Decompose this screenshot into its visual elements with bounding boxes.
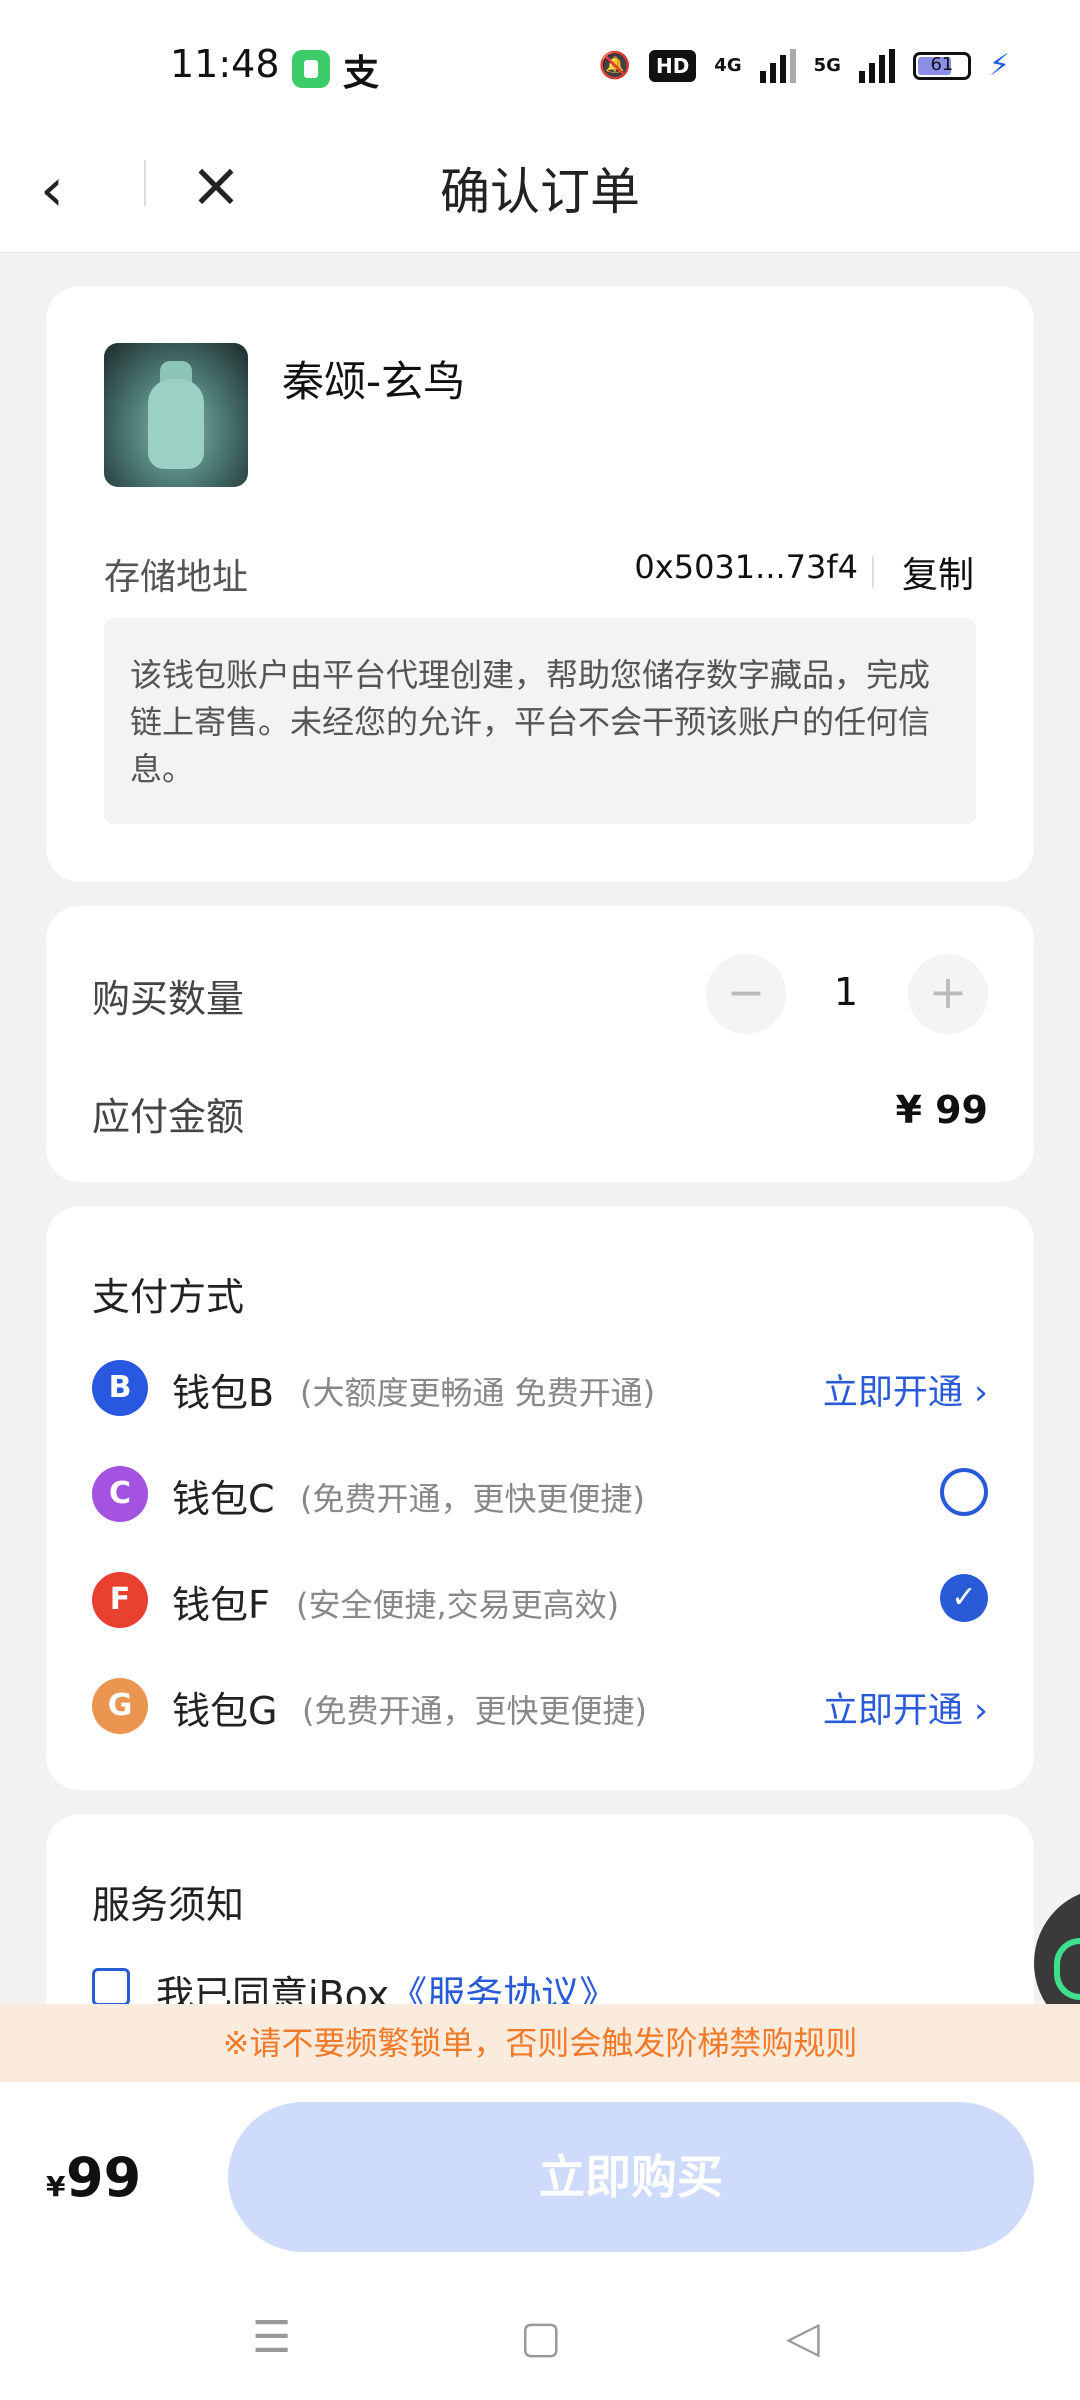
agree-checkbox[interactable]: [92, 1968, 130, 2006]
status-bar: 11:48 支 🔕 HD 4G 5G 61 ⚡: [0, 0, 1080, 130]
status-icons: 🔕 HD 4G 5G 61 ⚡: [599, 48, 1010, 83]
nav-bar: ‹ × 确认订单: [0, 130, 1080, 253]
payment-card: 支付方式 B 钱包B (大额度更畅通 免费开通) 立即开通 › C 钱包C (免…: [46, 1206, 1034, 1790]
quantity-value: 1: [833, 970, 859, 1014]
payment-method-desc: (大额度更畅通 免费开通): [300, 1374, 656, 1412]
buy-now-button[interactable]: 立即购买: [228, 2102, 1034, 2252]
product-name: 秦颂-玄鸟: [282, 357, 466, 406]
battery-icon: 61: [912, 51, 971, 80]
quantity-label: 购买数量: [92, 977, 245, 1021]
address-divider: [872, 556, 874, 588]
wallet-f-icon: F: [92, 1572, 148, 1628]
wallet-notice: 该钱包账户由平台代理创建，帮助您储存数字藏品，完成链上寄售。未经您的允许，平台不…: [104, 618, 976, 824]
payment-method-desc: (免费开通，更快更便捷): [302, 1692, 647, 1730]
back-nav-icon[interactable]: ◁: [786, 2312, 820, 2363]
open-wallet-g-link[interactable]: 立即开通 ›: [823, 1682, 988, 1733]
wallet-c-icon: C: [92, 1466, 148, 1522]
page-title: 确认订单: [440, 163, 640, 221]
product-image: [104, 343, 248, 487]
amount-label: 应付金额: [92, 1095, 245, 1139]
address-value: 0x5031...73f4: [634, 548, 858, 586]
copy-button[interactable]: 复制: [902, 546, 974, 598]
order-card: 购买数量 − 1 + 应付金额 ¥ 99: [46, 906, 1034, 1182]
home-icon[interactable]: ▢: [520, 2312, 562, 2363]
signal-icon: [759, 48, 796, 83]
alipay-notification-icon: 支: [343, 53, 380, 94]
mute-icon: 🔕: [598, 50, 631, 81]
charging-icon: ⚡: [988, 48, 1010, 83]
status-time: 11:48: [170, 42, 280, 86]
payment-method-name: 钱包B: [172, 1371, 275, 1415]
service-title: 服务须知: [92, 1883, 245, 1927]
wallet-g-icon: G: [92, 1678, 148, 1734]
quantity-minus-button[interactable]: −: [706, 954, 786, 1034]
app-notification-icon: [292, 50, 330, 88]
wallet-b-icon: B: [92, 1360, 148, 1416]
payment-method-name: 钱包F: [172, 1583, 270, 1627]
total-price: 99: [66, 2146, 142, 2209]
radio-checked-icon[interactable]: ✓: [940, 1574, 988, 1622]
amount-value: ¥ 99: [895, 1088, 988, 1132]
hd-icon: HD: [648, 49, 697, 82]
warning-banner: ※请不要频繁锁单，否则会触发阶梯禁购规则: [0, 2004, 1080, 2082]
payment-method-g[interactable]: G 钱包G (免费开通，更快更便捷) 立即开通 ›: [46, 1672, 1034, 1742]
total-currency: ¥: [46, 2170, 66, 2203]
signal-icon-2: [858, 48, 895, 83]
network-4g-icon: 4G: [714, 55, 742, 76]
radio-unchecked-icon[interactable]: [940, 1468, 988, 1516]
payment-title: 支付方式: [92, 1275, 245, 1319]
checkout-bar: ¥ 99 立即购买 ☰ ▢ ◁: [0, 2082, 1080, 2400]
payment-method-name: 钱包C: [172, 1477, 275, 1521]
product-card: 秦颂-玄鸟 存储地址 0x5031...73f4 复制 该钱包账户由平台代理创建…: [46, 286, 1034, 882]
payment-method-desc: (免费开通，更快更便捷): [300, 1480, 645, 1518]
network-5g-icon: 5G: [813, 55, 841, 76]
payment-method-c[interactable]: C 钱包C (免费开通，更快更便捷): [46, 1460, 1034, 1530]
open-wallet-b-link[interactable]: 立即开通 ›: [823, 1364, 988, 1415]
quantity-plus-button[interactable]: +: [908, 954, 988, 1034]
address-label: 存储地址: [104, 557, 249, 598]
payment-method-name: 钱包G: [172, 1689, 278, 1733]
payment-method-f[interactable]: F 钱包F (安全便捷,交易更高效) ✓: [46, 1566, 1034, 1636]
payment-method-desc: (安全便捷,交易更高效): [296, 1586, 620, 1624]
menu-icon[interactable]: ☰: [252, 2312, 291, 2363]
payment-method-b[interactable]: B 钱包B (大额度更畅通 免费开通) 立即开通 ›: [46, 1354, 1034, 1424]
